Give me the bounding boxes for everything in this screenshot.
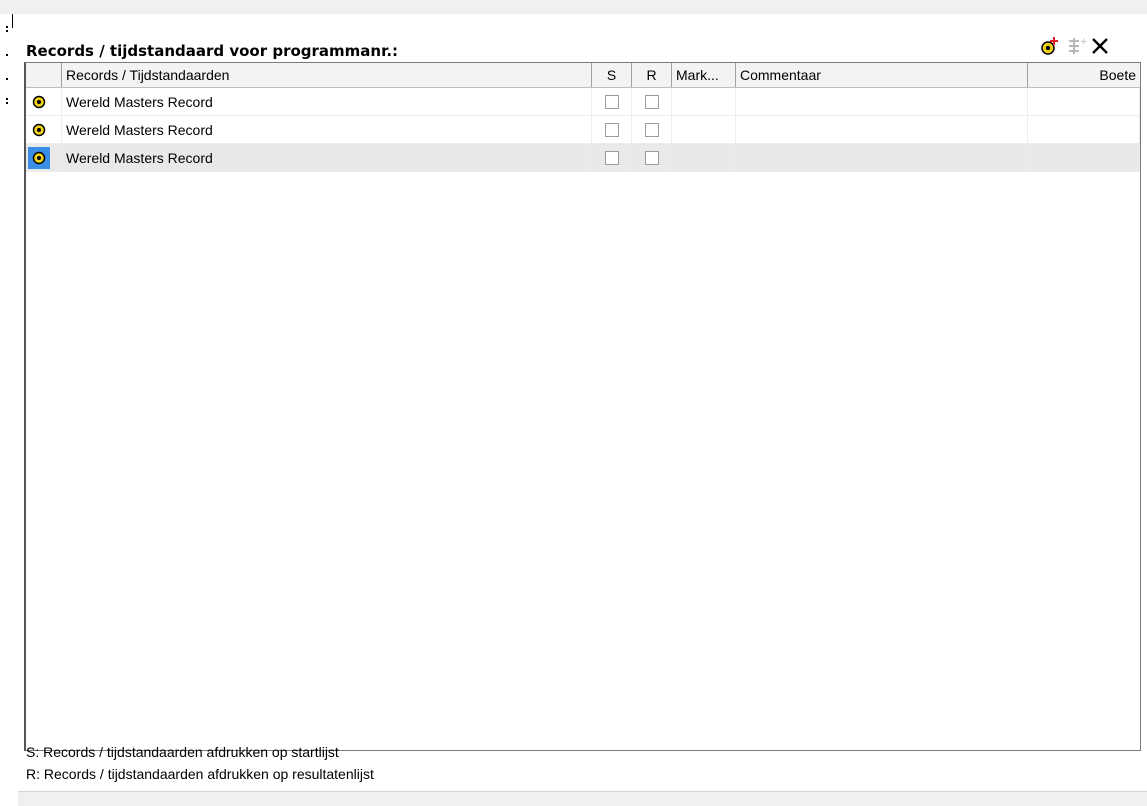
s-checkbox[interactable] — [605, 95, 619, 109]
left-marker — [6, 102, 8, 104]
s-cell — [592, 116, 632, 144]
mark-cell[interactable] — [672, 88, 736, 116]
comment-cell[interactable] — [736, 144, 1028, 172]
column-header-boete[interactable]: Boete — [1028, 63, 1140, 87]
s-cell — [592, 88, 632, 116]
svg-text:+: + — [1080, 37, 1087, 47]
column-header-icon — [26, 63, 62, 87]
top-bar — [0, 0, 1147, 14]
panel-header: Records / tijdstandaard voor programmanr… — [18, 32, 1147, 60]
r-checkbox[interactable] — [645, 151, 659, 165]
close-icon — [1092, 38, 1108, 54]
left-marker — [6, 78, 8, 80]
left-marker — [6, 98, 8, 100]
column-header-name[interactable]: Records / Tijdstandaarden — [62, 63, 592, 87]
records-table: Records / Tijdstandaarden S R Mark... Co… — [24, 62, 1141, 751]
record-name: Wereld Masters Record — [62, 116, 592, 144]
column-header-r[interactable]: R — [632, 63, 672, 87]
left-marker — [6, 30, 8, 32]
records-panel: Records / tijdstandaard voor programmanr… — [18, 14, 1147, 806]
column-header-s[interactable]: S — [592, 63, 632, 87]
boete-cell[interactable] — [1028, 88, 1140, 116]
boete-cell[interactable] — [1028, 116, 1140, 144]
table-row[interactable]: Wereld Masters Record — [26, 116, 1140, 144]
bottom-bar — [18, 791, 1147, 806]
r-cell — [632, 144, 672, 172]
comment-cell[interactable] — [736, 88, 1028, 116]
row-icon-cell — [26, 116, 62, 144]
record-icon — [28, 119, 50, 141]
r-cell — [632, 88, 672, 116]
column-header-mark[interactable]: Mark... — [672, 63, 736, 87]
record-name: Wereld Masters Record — [62, 88, 592, 116]
left-marker — [6, 26, 8, 28]
add-record-icon — [1041, 37, 1058, 55]
legend: S: Records / tijdstandaarden afdrukken o… — [26, 741, 374, 785]
s-cell — [592, 144, 632, 172]
table-header: Records / Tijdstandaarden S R Mark... Co… — [26, 63, 1140, 88]
row-icon-cell — [26, 88, 62, 116]
legend-s: S: Records / tijdstandaarden afdrukken o… — [26, 744, 339, 760]
mark-cell[interactable] — [672, 144, 736, 172]
comment-cell[interactable] — [736, 116, 1028, 144]
move-record-button[interactable]: + — [1064, 34, 1088, 58]
column-header-comment[interactable]: Commentaar — [736, 63, 1028, 87]
r-checkbox[interactable] — [645, 95, 659, 109]
table-row-selected[interactable]: Wereld Masters Record — [26, 144, 1140, 172]
left-edge — [0, 14, 18, 805]
r-cell — [632, 116, 672, 144]
close-button[interactable] — [1088, 34, 1112, 58]
legend-r: R: Records / tijdstandaarden afdrukken o… — [26, 766, 374, 782]
mark-cell[interactable] — [672, 116, 736, 144]
left-marker — [6, 54, 8, 56]
s-checkbox[interactable] — [605, 123, 619, 137]
record-icon — [28, 91, 50, 113]
record-name: Wereld Masters Record — [62, 144, 592, 172]
table-row[interactable]: Wereld Masters Record — [26, 88, 1140, 116]
add-record-button[interactable] — [1038, 34, 1062, 58]
row-icon-cell — [26, 144, 62, 172]
move-record-icon: + — [1069, 37, 1087, 54]
s-checkbox[interactable] — [605, 151, 619, 165]
left-divider — [12, 14, 13, 28]
r-checkbox[interactable] — [645, 123, 659, 137]
panel-title: Records / tijdstandaard voor programmanr… — [26, 42, 399, 60]
record-icon — [28, 147, 50, 169]
boete-cell[interactable] — [1028, 144, 1140, 172]
